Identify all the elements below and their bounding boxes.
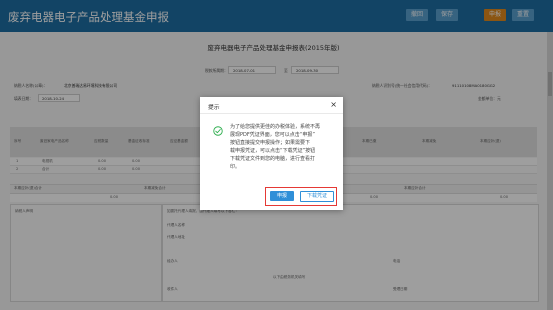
dialog-message: 为了给您提供更佳的办税体验，系统不再 展现PDF凭证界面，您可以点击“申报” 按… xyxy=(230,124,321,170)
highlight-box: 申报 下载凭证 xyxy=(265,187,337,206)
download-voucher-button[interactable]: 下载凭证 xyxy=(300,191,334,202)
notice-dialog: 提示 × 为了给您提供更佳的办税体验，系统不再 展现PDF凭证界面，您可以点击“… xyxy=(200,97,343,210)
dialog-declare-button[interactable]: 申报 xyxy=(270,191,294,201)
close-icon[interactable]: × xyxy=(330,100,337,109)
dialog-divider xyxy=(200,113,343,114)
dialog-title: 提示 xyxy=(208,105,220,111)
success-check-icon xyxy=(213,126,223,136)
